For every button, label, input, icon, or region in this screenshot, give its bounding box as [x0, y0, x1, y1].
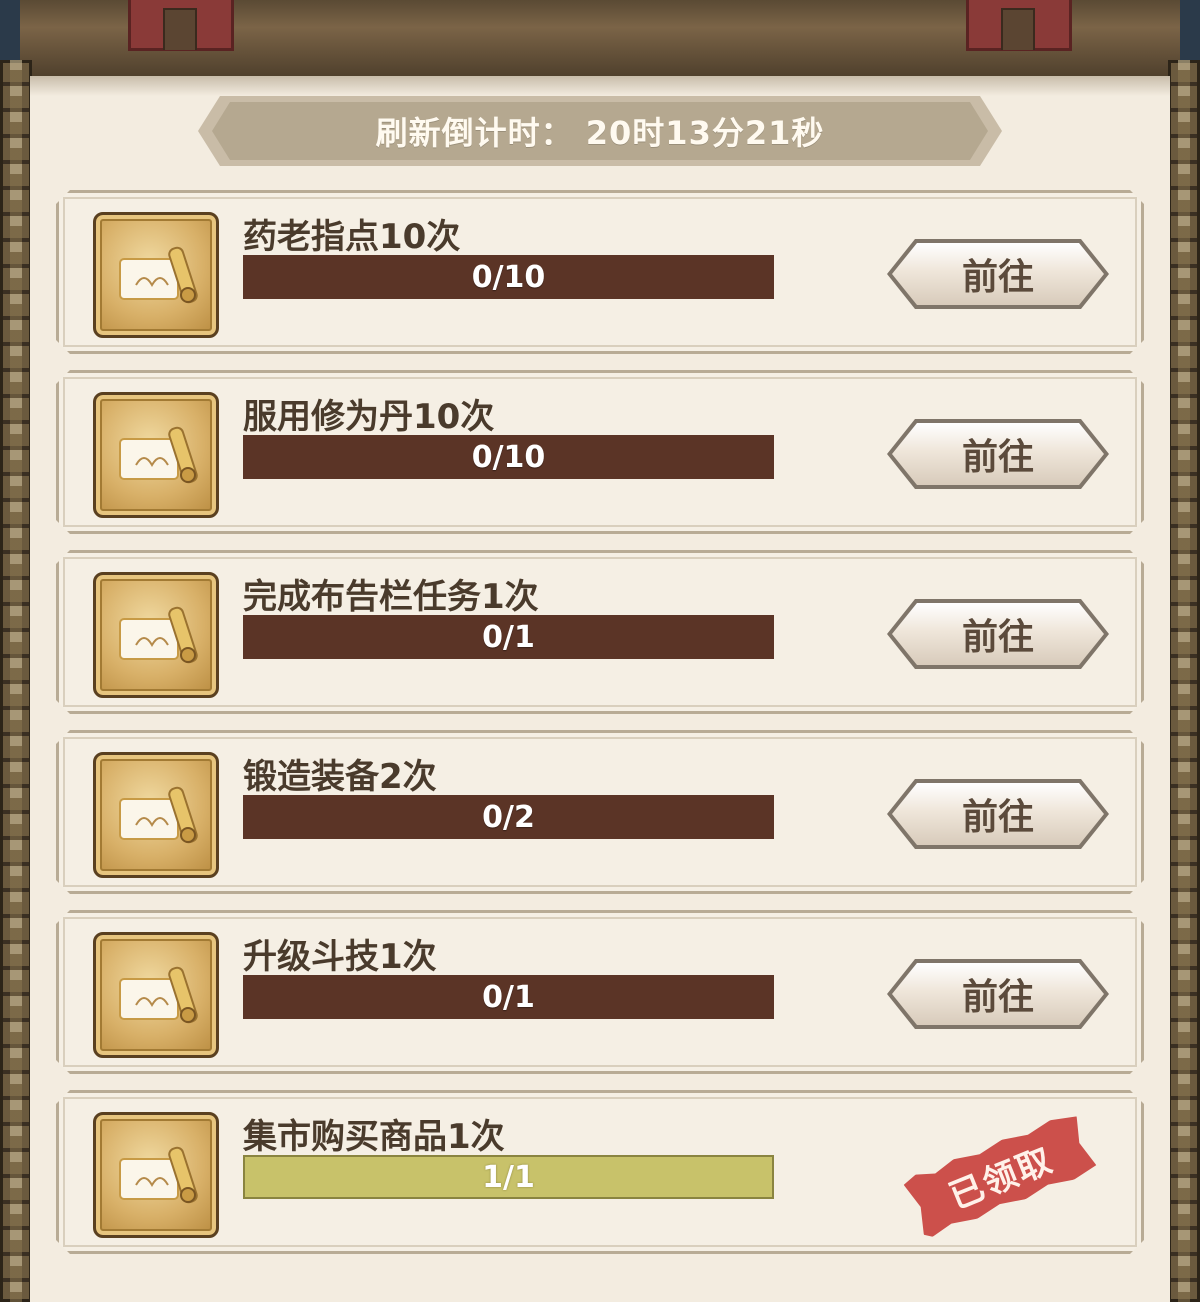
task-progress-bar: 0/2 — [243, 795, 774, 839]
go-button[interactable]: 前往 — [887, 779, 1109, 849]
task-card: 完成布告栏任务1次 0/1 前往 — [56, 550, 1144, 714]
task-card: 升级斗技1次 0/1 前往 — [56, 910, 1144, 1074]
refresh-countdown-text: 刷新倒计时： 20时13分21秒 — [375, 114, 825, 152]
task-title: 完成布告栏任务1次 — [243, 577, 539, 617]
go-button[interactable]: 前往 — [887, 239, 1109, 309]
task-title: 升级斗技1次 — [243, 937, 437, 977]
go-button[interactable]: 前往 — [887, 959, 1109, 1029]
task-progress-bar: 0/1 — [243, 975, 774, 1019]
scroll-icon — [93, 212, 219, 338]
task-progress-bar: 0/1 — [243, 615, 774, 659]
task-progress-text: 1/1 — [482, 1159, 535, 1195]
scroll-icon — [93, 752, 219, 878]
task-progress-text: 0/1 — [482, 619, 535, 655]
task-card: 服用修为丹10次 0/10 前往 — [56, 370, 1144, 534]
task-title: 锻造装备2次 — [243, 757, 437, 797]
task-progress-text: 0/10 — [471, 259, 546, 295]
task-title: 药老指点10次 — [243, 217, 461, 257]
task-progress-text: 0/1 — [482, 979, 535, 1015]
task-progress-text: 0/10 — [471, 439, 546, 475]
scroll-icon — [93, 1112, 219, 1238]
go-button[interactable]: 前往 — [887, 599, 1109, 669]
top-scroll-rod — [20, 0, 1180, 82]
task-card: 药老指点10次 0/10 前往 — [56, 190, 1144, 354]
task-progress-bar: 1/1 — [243, 1155, 774, 1199]
frame-rail-left — [0, 60, 32, 1302]
frame-rail-right — [1168, 60, 1200, 1302]
task-title: 服用修为丹10次 — [243, 397, 495, 437]
task-progress-bar: 0/10 — [243, 255, 774, 299]
rod-clamp-right — [966, 0, 1072, 51]
task-card: 集市购买商品1次 1/1 已领取 — [56, 1090, 1144, 1254]
task-title: 集市购买商品1次 — [243, 1117, 505, 1157]
task-card: 锻造装备2次 0/2 前往 — [56, 730, 1144, 894]
task-progress-text: 0/2 — [482, 799, 535, 835]
refresh-countdown-banner: 刷新倒计时： 20时13分21秒 — [198, 96, 1002, 166]
scroll-icon — [93, 572, 219, 698]
rod-clamp-left — [128, 0, 234, 51]
scroll-icon — [93, 392, 219, 518]
task-progress-bar: 0/10 — [243, 435, 774, 479]
go-button[interactable]: 前往 — [887, 419, 1109, 489]
scroll-icon — [93, 932, 219, 1058]
